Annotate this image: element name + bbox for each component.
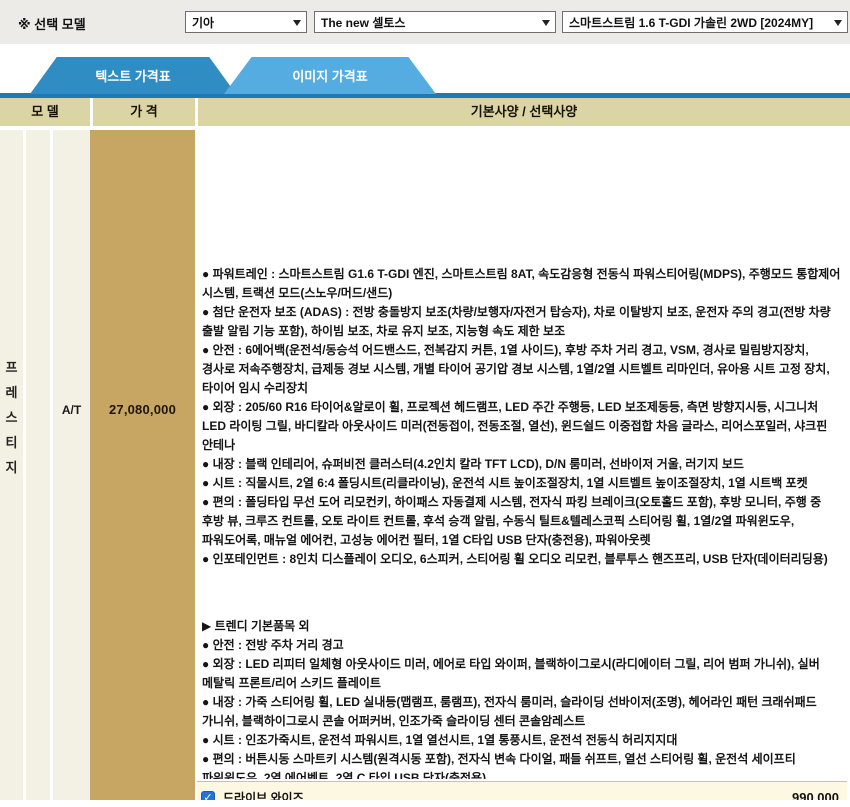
header-spec: 기본사양 / 선택사양 [195,98,850,126]
upgrade-section-title: ▶ 트렌디 기본품목 외 [202,617,842,636]
tab-image-price-label: 이미지 가격표 [292,66,367,85]
spec-item-exterior: ● 외장 : 205/60 R16 타이어&알로이 휠, 프로젝션 헤드램프, … [202,398,842,455]
table-header-row: 모 델 가 격 기본사양 / 선택사양 [0,98,850,128]
chevron-down-icon [542,20,550,26]
transmission-cell: A/T [53,403,90,417]
spec-item-powertrain: ● 파워트레인 : 스마트스트림 G1.6 T-GDI 엔진, 스마트스트림 8… [202,265,842,303]
upgrade-item-exterior: ● 외장 : LED 리피터 일체형 아웃사이드 미러, 에어로 타입 와이퍼,… [202,655,842,693]
model-selector-bar: ※ 선택 모델 기아 The new 셀토스 스마트스트림 1.6 T-GDI … [0,0,850,44]
price-column [90,130,195,800]
base-spec-section: ● 파워트레인 : 스마트스트림 G1.6 T-GDI 엔진, 스마트스트림 8… [202,265,842,616]
table-body: 프레스티지 A/T 27,080,000 ● 파워트레인 : 스마트스트림 G1… [0,130,850,800]
price-sheet-page: ※ 선택 모델 기아 The new 셀토스 스마트스트림 1.6 T-GDI … [0,0,850,807]
trim-name-vertical: 프레스티지 [0,355,23,480]
spec-item-seat: ● 시트 : 직물시트, 2열 6:4 폴딩시트(리클라이닝), 운전석 시트 … [202,474,842,493]
brand-select-value: 기아 [192,14,214,31]
select-model-label: ※ 선택 모델 [18,14,86,33]
spacer-column [26,130,50,800]
chevron-down-icon [834,20,842,26]
spec-item-adas: ● 첨단 운전자 보조 (ADAS) : 전방 충돌방지 보조(차량/보행자/자… [202,303,842,341]
tab-text-price-label: 텍스트 가격표 [95,66,170,85]
model-select-value: The new 셀토스 [321,14,405,31]
upgrade-item-interior: ● 내장 : 가죽 스티어링 휠, LED 실내등(맵램프, 룸램프), 전자식… [202,693,842,731]
model-select[interactable]: The new 셀토스 [314,11,556,33]
spec-item-convenience: ● 편의 : 폴딩타입 무선 도어 리모컨키, 하이패스 자동결제 시스템, 전… [202,493,842,550]
upgrade-item-safety: ● 안전 : 전방 주차 거리 경고 [202,636,842,655]
transmission-column [53,130,90,800]
brand-select[interactable]: 기아 [185,11,307,33]
trim-select-value: 스마트스트림 1.6 T-GDI 가솔린 2WD [2024MY] [569,14,813,31]
spec-item-safety: ● 안전 : 6에어백(운전석/동승석 어드밴스드, 전복감지 커튼, 1열 사… [202,341,842,398]
bottom-margin [0,800,850,807]
tab-image-price[interactable]: 이미지 가격표 [224,57,436,94]
price-cell: 27,080,000 [90,402,195,417]
header-model: 모 델 [0,98,90,126]
spec-item-interior: ● 내장 : 블랙 인테리어, 슈퍼비전 클러스터(4.2인치 칼라 TFT L… [202,455,842,474]
upgrade-item-convenience: ● 편의 : 버튼시동 스마트키 시스템(원격시동 포함), 전자식 변속 다이… [202,750,842,779]
tab-text-price[interactable]: 텍스트 가격표 [30,57,236,94]
header-price: 가 격 [90,98,195,126]
upgrade-spec-section: ▶ 트렌디 기본품목 외 ● 안전 : 전방 주차 거리 경고 ● 외장 : L… [202,617,842,779]
chevron-down-icon [293,20,301,26]
spec-item-infotainment: ● 인포테인먼트 : 8인치 디스플레이 오디오, 6스피커, 스티어링 휠 오… [202,550,842,569]
trim-select[interactable]: 스마트스트림 1.6 T-GDI 가솔린 2WD [2024MY] [562,11,848,33]
upgrade-item-seat: ● 시트 : 인조가죽시트, 운전석 파워시트, 1열 열선시트, 1열 통풍시… [202,731,842,750]
spec-column: ● 파워트레인 : 스마트스트림 G1.6 T-GDI 엔진, 스마트스트림 8… [195,260,850,807]
